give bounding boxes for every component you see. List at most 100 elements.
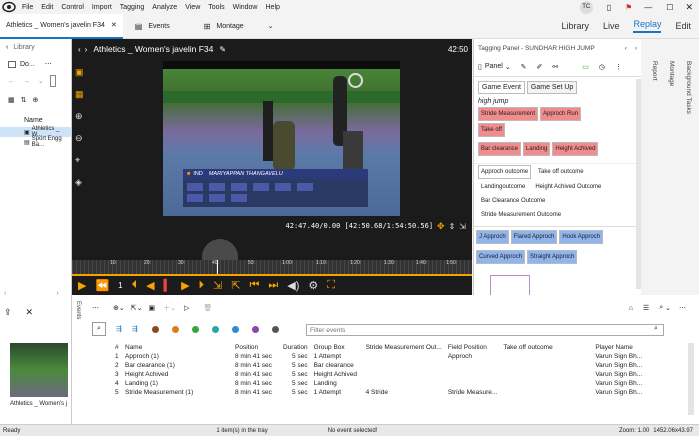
step-back-icon[interactable]: ◀ [146,279,154,292]
filter-tree-2-icon[interactable]: ⇶ [132,325,138,333]
more-icon[interactable]: ⋯ [92,304,99,312]
report-side-tab[interactable]: Report [651,61,658,81]
menu-window[interactable]: Window [233,4,258,11]
share-icon[interactable]: ⇪ [4,307,12,318]
menu-tools[interactable]: Tools [208,4,224,11]
timeline[interactable]: 10: 20: 30: 40: 50: 1:00: 1:10: 1:20: 1:… [72,260,472,274]
menu-control[interactable]: Control [61,4,84,11]
montage-toolbar-button[interactable]: Montage [216,23,243,30]
film-icon[interactable]: ▦ [75,89,87,111]
chevron-left-icon[interactable]: ‹ [625,45,627,52]
delete-icon[interactable]: 🗑 [203,304,212,312]
filter-events-input[interactable] [306,324,664,336]
tag-straight-approch[interactable]: Straight Approch [527,250,578,264]
zoom-in-icon[interactable]: ⊕ [75,111,87,133]
tag-hook-approch[interactable]: Hook Approch [559,230,604,244]
mode-edit[interactable]: Edit [675,21,691,31]
mark-in-icon[interactable]: ⇲ [213,279,222,292]
chevron-right-icon[interactable]: › [635,45,637,52]
close-icon[interactable]: ✕ [685,2,693,13]
document-icon[interactable]: ▯ [607,3,611,12]
events-scrollbar[interactable] [688,343,694,415]
panel-icon[interactable]: ▯ [478,63,482,71]
clock-icon[interactable]: ◷ [599,63,605,71]
list-settings-icon[interactable]: ☰ [643,304,649,312]
col-name[interactable]: Name [122,343,232,352]
search-icon[interactable]: ⌕ [654,325,658,333]
filter-tree-icon[interactable]: ⇶ [116,325,122,333]
new-folder-icon[interactable]: ⊕ [33,96,39,104]
list-item[interactable]: ▤ Sport Engg Ba... [0,136,71,148]
montage-icon[interactable]: ⊞ [204,22,211,31]
chevron-down-icon[interactable]: ⌄ [665,304,671,312]
montage-side-tab[interactable]: Montage [668,61,675,86]
menu-import[interactable]: Import [92,4,112,11]
next-frame-icon[interactable]: ⏵ [199,279,205,292]
maximize-icon[interactable]: ☐ [666,3,673,12]
chevron-down-icon[interactable]: ⌄ [268,22,274,30]
table-row[interactable]: 2 Bar clearance (1) 8 min 41 sec 5 sec B… [112,361,660,370]
record-marker-icon[interactable]: ▍ [164,279,172,292]
col-duration[interactable]: Duration [280,343,311,352]
minimize-icon[interactable]: — [644,3,652,12]
more-icon[interactable]: ⋯ [45,60,52,68]
col-player-name[interactable]: Player Name [592,343,660,352]
tag-curved-approch[interactable]: Curved Approch [476,250,526,264]
col-number[interactable]: # [112,343,122,352]
folder-label[interactable]: Do... [20,61,35,68]
user-avatar[interactable]: TC [579,0,593,14]
back-arrow-icon[interactable]: ← [8,78,15,85]
table-row[interactable]: 4 Landing (1) 8 min 41 sec 5 sec Landing… [112,379,660,388]
menu-tagging[interactable]: Tagging [120,4,145,11]
tag-take-off[interactable]: Take off [478,123,505,137]
tag-approch-outcome[interactable]: Approch outcome [478,165,532,179]
color-dot-green[interactable] [191,325,199,333]
menu-edit[interactable]: Edit [41,4,53,11]
background-tasks-side-tab[interactable]: Background Tasks [685,61,692,114]
tag-approch-run[interactable]: Approch Run [540,107,582,121]
color-dot-teal[interactable] [211,325,219,333]
step-forward-icon[interactable]: ▶ [181,279,189,292]
sort-icon[interactable]: ⇅ [21,96,27,104]
tab-game-set-up[interactable]: Game Set Up [526,80,578,94]
chevron-down-icon[interactable]: ⌄ [505,63,511,71]
keyboard-icon[interactable]: ▭ [582,63,589,71]
color-dot-blue[interactable] [231,325,239,333]
chevron-down-icon[interactable]: ⌄ [170,304,176,312]
settings-icon[interactable]: ⚙ [308,279,318,292]
close-icon[interactable]: ✕ [26,307,34,318]
play-icon[interactable]: ▶ [78,279,86,292]
path-box[interactable] [49,75,56,87]
edit-pencil-icon[interactable]: ✎ [219,45,226,54]
menu-file[interactable]: File [22,4,33,11]
layers-icon[interactable]: ◈ [75,177,87,199]
tag-take-off-outcome[interactable]: Take off outcome [534,166,587,178]
col-position[interactable]: Position [232,343,280,352]
play-outline-icon[interactable]: ▷ [184,304,189,312]
events-toolbar-button[interactable]: Events [148,23,169,30]
split-icon[interactable]: ⇕ [449,222,456,231]
document-tab[interactable]: Athletics _ Women's javelin F34 ✕ [0,13,123,39]
color-dot-orange[interactable] [171,325,179,333]
link-icon[interactable]: ⚯ [552,63,558,71]
move-icon[interactable]: ✥ [437,221,445,232]
tag-landing-outcome[interactable]: Landingoutcome [478,181,529,193]
save-icon[interactable]: ▣ [149,304,156,312]
mode-replay[interactable]: Replay [633,19,662,33]
search-icon[interactable]: ⌕ [659,304,663,312]
color-dot-purple[interactable] [251,325,259,333]
chevron-down-icon[interactable]: ⌄ [137,304,143,312]
add-icon[interactable]: ＋ [163,303,170,313]
menu-view[interactable]: View [185,4,200,11]
color-dot-gray[interactable] [271,325,279,333]
scroll-right-icon[interactable]: › [56,290,58,297]
skip-back-icon[interactable]: ⏮ [249,279,259,292]
chevron-left-icon[interactable]: ‹ [78,45,81,54]
fullscreen-icon[interactable]: ⛶ [327,279,335,292]
col-group-box[interactable]: Group Box [311,343,363,352]
frame-icon[interactable]: ▣ [75,67,87,89]
skip-forward-icon[interactable]: ⏭ [268,279,278,292]
home-icon[interactable]: ⌂ [629,305,633,312]
tag-flared-approch[interactable]: Flared Approch [510,230,558,244]
tag-landing[interactable]: Landing [523,142,551,156]
